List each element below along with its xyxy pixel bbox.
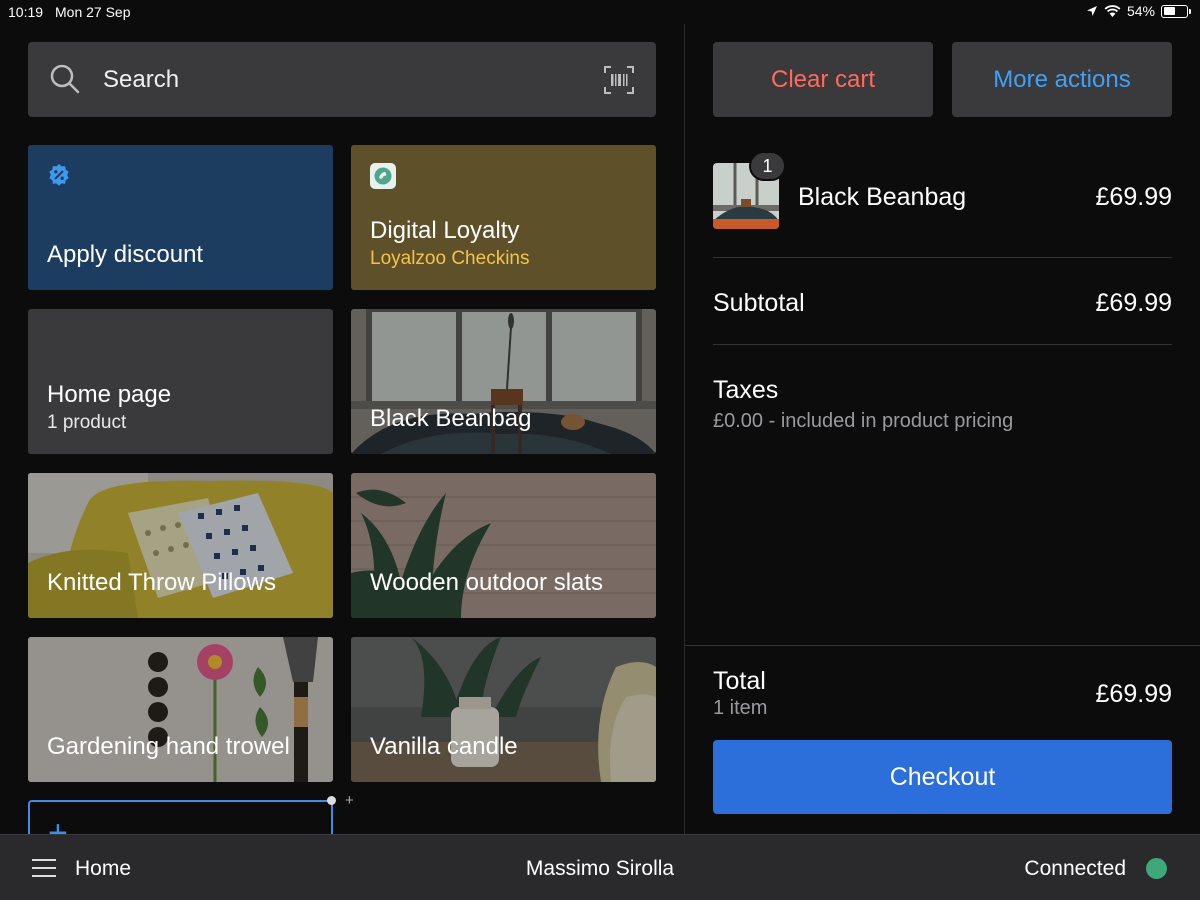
tile-subtitle: 1 product xyxy=(47,412,127,433)
tile-title: Vanilla candle xyxy=(370,733,518,760)
search-bar[interactable]: Search xyxy=(28,42,656,117)
status-indicators: 54% xyxy=(1086,3,1191,19)
status-bar: 10:19 Mon 27 Sep 54% xyxy=(0,0,1200,24)
cart-item-price: £69.99 xyxy=(1095,183,1172,211)
battery-icon xyxy=(1161,4,1191,18)
page-dot-active[interactable] xyxy=(327,796,336,805)
search-input[interactable]: Search xyxy=(103,66,179,94)
bottom-bar: Home Massimo Sirolla Connected xyxy=(0,834,1200,900)
barcode-scan-icon[interactable] xyxy=(604,66,634,94)
cart-item-name: Black Beanbag xyxy=(798,183,967,211)
tile-title: Apply discount xyxy=(47,241,204,268)
location-arrow-icon xyxy=(1086,6,1097,16)
home-nav-label[interactable]: Home xyxy=(75,857,131,881)
tile-apply-discount[interactable]: Apply discount xyxy=(28,145,333,290)
discount-badge-icon xyxy=(49,164,69,186)
tile-subtitle: Loyalzoo Checkins xyxy=(370,248,530,269)
status-date: Mon 27 Sep xyxy=(55,4,131,20)
taxes-note: £0.00 - included in product pricing xyxy=(713,410,1014,432)
summary-divider xyxy=(685,645,1200,646)
cart-line-item[interactable]: 1 Black Beanbag £69.99 xyxy=(713,151,1172,231)
search-icon xyxy=(50,64,80,94)
tile-title: Knitted Throw Pillows xyxy=(47,569,276,596)
connection-status-label: Connected xyxy=(1024,857,1126,880)
connection-status-dot xyxy=(1146,858,1167,879)
wifi-icon xyxy=(1104,4,1121,17)
total-label: Total xyxy=(713,667,766,695)
tile-title: Digital Loyalty xyxy=(370,217,520,244)
hamburger-menu-icon[interactable] xyxy=(32,858,56,878)
tile-black-beanbag[interactable]: Black Beanbag xyxy=(351,309,656,454)
tile-digital-loyalty[interactable]: Digital Loyalty Loyalzoo Checkins xyxy=(351,145,656,290)
add-page-button[interactable]: + xyxy=(345,793,354,808)
tile-home-page[interactable]: Home page 1 product xyxy=(28,309,333,454)
divider xyxy=(713,257,1172,258)
tile-vanilla-candle[interactable]: Vanilla candle xyxy=(351,637,656,782)
loyalzoo-app-icon xyxy=(370,163,396,189)
divider xyxy=(713,344,1172,345)
checkout-button[interactable]: Checkout xyxy=(713,740,1172,814)
battery-percent: 54% xyxy=(1126,3,1155,19)
status-time: 10:19 xyxy=(8,4,44,20)
subtotal-value: £69.99 xyxy=(1095,289,1172,317)
tile-gardening-hand-trowel[interactable]: Gardening hand trowel xyxy=(28,637,333,782)
tile-knitted-throw-pillows[interactable]: Knitted Throw Pillows xyxy=(28,473,333,618)
cart-quantity-badge: 1 xyxy=(749,151,786,181)
tile-title: Gardening hand trowel xyxy=(47,733,290,760)
tile-title: Black Beanbag xyxy=(370,405,532,432)
tile-title: Wooden outdoor slats xyxy=(370,569,604,596)
total-value: £69.99 xyxy=(1095,680,1172,708)
page-indicator: + xyxy=(327,793,354,808)
taxes-label[interactable]: Taxes xyxy=(713,376,778,405)
more-actions-button[interactable]: More actions xyxy=(952,42,1172,117)
subtotal-label: Subtotal xyxy=(713,289,805,317)
staff-user-name: Massimo Sirolla xyxy=(525,857,675,880)
tile-wooden-outdoor-slats[interactable]: Wooden outdoor slats xyxy=(351,473,656,618)
total-item-count: 1 item xyxy=(713,697,768,719)
clear-cart-button[interactable]: Clear cart xyxy=(713,42,933,117)
pane-divider xyxy=(684,24,685,834)
tile-title: Home page xyxy=(47,381,172,408)
